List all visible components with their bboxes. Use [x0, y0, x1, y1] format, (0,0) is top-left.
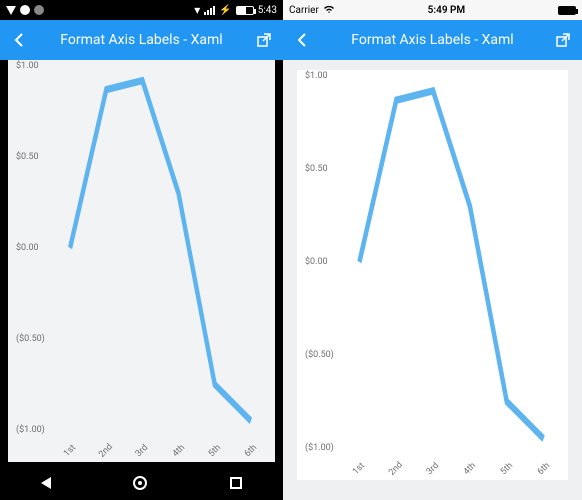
status-right	[558, 6, 576, 15]
battery-icon	[558, 6, 576, 15]
x-tick-label: 5th	[207, 443, 223, 459]
line-series	[359, 91, 543, 439]
carrier-label: Carrier	[289, 5, 319, 16]
x-tick-label: 4th	[170, 443, 186, 459]
y-tick-label: $0.50	[305, 164, 328, 174]
app-bar: Format Axis Labels - Xaml	[0, 20, 283, 60]
nav-back-icon[interactable]	[41, 477, 51, 489]
clock: 5:49 PM	[335, 5, 558, 16]
ios-status-bar: Carrier 5:49 PM	[283, 0, 582, 20]
android-device: ▾ ⚡ 5:43 Format Axis Labels - Xaml $1.00…	[0, 0, 283, 500]
dot-icon	[20, 5, 30, 15]
clock: 5:43	[258, 5, 277, 16]
page-title: Format Axis Labels - Xaml	[38, 32, 245, 48]
status-right: ▾ ⚡ 5:43	[194, 4, 277, 16]
status-left	[6, 5, 44, 15]
y-tick-label: ($1.00)	[16, 425, 45, 435]
android-nav-bar	[0, 466, 283, 500]
signal-icon	[204, 6, 215, 15]
external-link-icon	[257, 33, 271, 47]
y-tick-label: ($1.00)	[305, 443, 334, 453]
chart-area-ios: $1.00 $0.50 $0.00 ($0.50) ($1.00) 1st 2nd 3rd 4…	[297, 70, 568, 480]
y-tick-label: ($0.50)	[305, 350, 334, 360]
nav-home-icon[interactable]	[133, 476, 147, 490]
x-axis: 1st 2nd 3rd 4th 5th 6th	[341, 452, 562, 478]
wifi-icon	[323, 4, 335, 16]
plot-area	[341, 76, 562, 448]
page-title: Format Axis Labels - Xaml	[321, 32, 544, 48]
android-status-bar: ▾ ⚡ 5:43	[0, 0, 283, 20]
y-tick-label: $1.00	[16, 61, 39, 71]
x-tick-label: 2nd	[387, 460, 405, 478]
chevron-left-icon	[297, 32, 307, 48]
app-bar: Format Axis Labels - Xaml	[283, 20, 582, 60]
line-series	[70, 81, 251, 421]
y-tick-label: $1.00	[305, 71, 328, 81]
y-tick-label: $0.50	[16, 152, 39, 162]
ios-device: Carrier 5:49 PM Format Axis Labels - Xam…	[283, 0, 582, 500]
plot-area	[52, 66, 269, 430]
wifi-icon: ▾	[194, 4, 200, 16]
x-tick-label: 4th	[462, 461, 478, 477]
x-tick-label: 6th	[535, 461, 551, 477]
dot-icon	[34, 5, 44, 15]
x-tick-label: 2nd	[97, 442, 115, 460]
open-external-button[interactable]	[255, 33, 273, 47]
chevron-left-icon	[14, 32, 24, 48]
x-tick-label: 1st	[62, 443, 78, 459]
y-tick-label: $0.00	[305, 257, 328, 267]
x-tick-label: 6th	[243, 443, 259, 459]
y-tick-label: ($0.50)	[16, 334, 45, 344]
x-tick-label: 3rd	[134, 443, 150, 459]
back-button[interactable]	[293, 32, 311, 48]
x-tick-label: 1st	[351, 461, 367, 477]
status-left: Carrier	[289, 4, 335, 16]
chart-area-android: $1.00 $0.50 $0.00 ($0.50) ($1.00) 1st 2nd 3rd 4…	[8, 60, 275, 462]
battery-icon: ⚡	[219, 5, 231, 16]
y-tick-label: $0.00	[16, 243, 39, 253]
open-external-button[interactable]	[554, 33, 572, 47]
x-tick-label: 5th	[499, 461, 515, 477]
battery-icon	[236, 6, 254, 15]
external-link-icon	[556, 33, 570, 47]
nav-recent-icon[interactable]	[230, 477, 242, 489]
x-tick-label: 3rd	[425, 461, 441, 477]
x-axis: 1st 2nd 3rd 4th 5th 6th	[52, 434, 269, 460]
shield-icon	[6, 6, 16, 15]
back-button[interactable]	[10, 32, 28, 48]
